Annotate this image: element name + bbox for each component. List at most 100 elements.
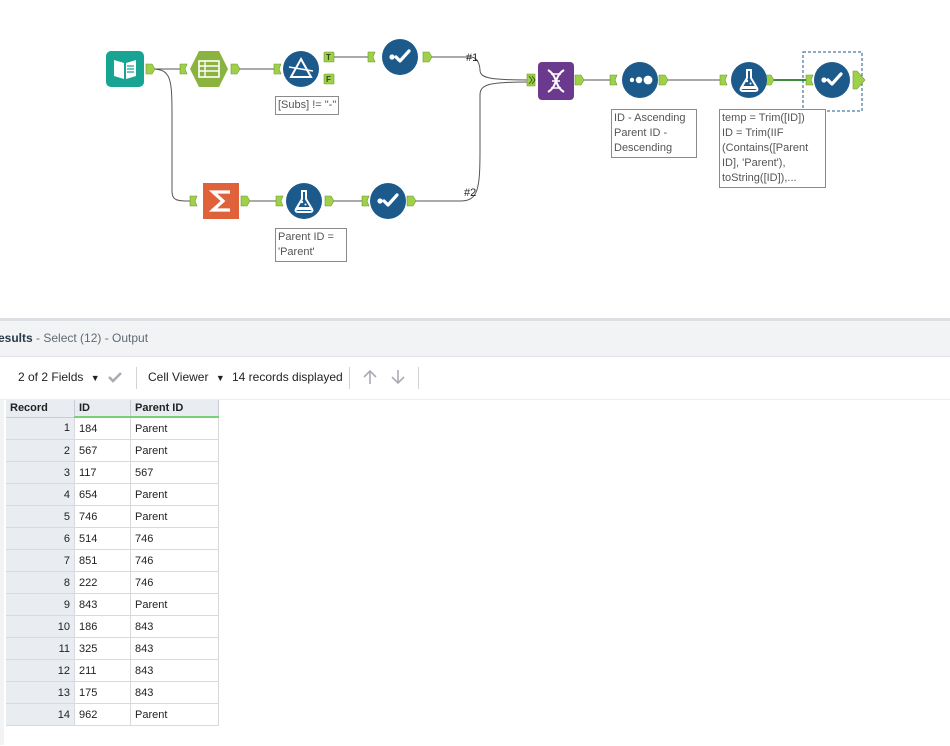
- record-number-cell: 4: [6, 483, 75, 506]
- parent-id-cell[interactable]: 746: [130, 527, 219, 550]
- output-anchor: [574, 74, 585, 86]
- record-number-cell: 12: [6, 659, 75, 682]
- select-tool-selected[interactable]: [814, 62, 850, 98]
- parent-id-cell[interactable]: 843: [130, 615, 219, 638]
- toolbar-divider: [136, 367, 137, 389]
- left-gutter: [0, 400, 4, 745]
- table-row[interactable]: 2 567 Parent: [6, 439, 219, 462]
- parent-id-cell[interactable]: 843: [130, 681, 219, 704]
- cell-viewer-label: Cell Viewer: [148, 370, 209, 384]
- record-number-cell: 14: [6, 703, 75, 726]
- table-row[interactable]: 8 222 746: [6, 571, 219, 594]
- connection-label: #2: [464, 187, 477, 199]
- table-row[interactable]: 6 514 746: [6, 527, 219, 550]
- id-cell[interactable]: 211: [74, 659, 131, 682]
- fields-label: 2 of 2 Fields: [18, 370, 84, 384]
- sort-tool[interactable]: [622, 62, 658, 98]
- id-cell[interactable]: 962: [74, 703, 131, 726]
- sigma-icon: [208, 190, 230, 212]
- parent-id-cell[interactable]: 567: [130, 461, 219, 484]
- select-tool[interactable]: [370, 183, 406, 219]
- parent-id-cell[interactable]: 746: [130, 571, 219, 594]
- id-cell[interactable]: 843: [74, 593, 131, 616]
- record-number-cell: 1: [6, 417, 75, 440]
- id-cell[interactable]: 325: [74, 637, 131, 660]
- parent-id-cell[interactable]: Parent: [130, 703, 219, 726]
- record-number-cell: 8: [6, 571, 75, 594]
- id-cell[interactable]: 175: [74, 681, 131, 704]
- output-anchor: [324, 195, 335, 207]
- id-cell[interactable]: 117: [74, 461, 131, 484]
- table-row[interactable]: 1 184 Parent: [6, 417, 219, 440]
- table-row[interactable]: 5 746 Parent: [6, 505, 219, 528]
- column-header-parent-id[interactable]: Parent ID: [130, 400, 219, 418]
- select-tool[interactable]: [382, 39, 418, 75]
- id-cell[interactable]: 184: [74, 417, 131, 440]
- input-anchor: [719, 74, 728, 86]
- record-number-cell: 11: [6, 637, 75, 660]
- flask-icon: [739, 69, 759, 92]
- column-header-id[interactable]: ID: [74, 400, 131, 418]
- cell-viewer-dropdown[interactable]: Cell Viewer ▼: [148, 370, 225, 384]
- select-records-tool[interactable]: [189, 50, 229, 88]
- record-number-cell: 13: [6, 681, 75, 704]
- id-cell[interactable]: 514: [74, 527, 131, 550]
- input-anchor: [609, 74, 618, 86]
- output-anchor: [406, 195, 417, 207]
- parent-id-cell[interactable]: 843: [130, 637, 219, 660]
- record-number-cell: 9: [6, 593, 75, 616]
- input-anchor: [361, 195, 370, 207]
- parent-id-cell[interactable]: Parent: [130, 483, 219, 506]
- apply-check-icon[interactable]: [106, 368, 124, 389]
- table-row[interactable]: 9 843 Parent: [6, 593, 219, 616]
- input-anchor: [367, 51, 376, 63]
- id-cell[interactable]: 746: [74, 505, 131, 528]
- checkmark-icon: [377, 193, 399, 207]
- sort-annotation: ID - Ascending Parent ID - Descending: [611, 109, 697, 158]
- column-header-record[interactable]: Record: [6, 400, 75, 418]
- table-row[interactable]: 14 962 Parent: [6, 703, 219, 726]
- results-subtitle: - Select (12) - Output: [32, 331, 149, 345]
- fields-dropdown[interactable]: 2 of 2 Fields ▼: [18, 370, 100, 384]
- union-tool[interactable]: [538, 62, 574, 100]
- id-cell[interactable]: 186: [74, 615, 131, 638]
- parent-id-cell[interactable]: Parent: [130, 439, 219, 462]
- id-cell[interactable]: 567: [74, 439, 131, 462]
- formula-tool[interactable]: [731, 62, 767, 98]
- record-number-cell: 2: [6, 439, 75, 462]
- multi-input-anchor: [526, 73, 536, 87]
- record-number-cell: 7: [6, 549, 75, 572]
- record-number-cell: 5: [6, 505, 75, 528]
- output-anchor: [852, 70, 866, 90]
- arrow-up-icon[interactable]: [361, 368, 379, 389]
- table-row[interactable]: 3 117 567: [6, 461, 219, 484]
- parent-id-cell[interactable]: Parent: [130, 417, 219, 440]
- summarize-tool[interactable]: [203, 183, 239, 219]
- workflow-canvas[interactable]: T F [Subs] != "-" Parent ID = 'Parent' #…: [0, 0, 950, 320]
- parent-id-cell[interactable]: 843: [130, 659, 219, 682]
- arrow-down-icon[interactable]: [389, 368, 407, 389]
- table-row[interactable]: 7 851 746: [6, 549, 219, 572]
- table-row[interactable]: 12 211 843: [6, 659, 219, 682]
- id-cell[interactable]: 654: [74, 483, 131, 506]
- connection-line: [151, 68, 195, 202]
- id-cell[interactable]: 851: [74, 549, 131, 572]
- connection-label: #1: [466, 52, 479, 64]
- parent-id-cell[interactable]: 746: [130, 549, 219, 572]
- filter-tool[interactable]: [283, 51, 319, 87]
- input-data-tool[interactable]: [106, 51, 144, 87]
- table-row[interactable]: 10 186 843: [6, 615, 219, 638]
- results-panel: esults - Select (12) - Output 2 of 2 Fie…: [0, 321, 950, 746]
- checkmark-icon: [389, 49, 411, 63]
- grid-header-row: Record ID Parent ID: [6, 400, 219, 418]
- formula-tool[interactable]: [286, 183, 322, 219]
- records-count: 14 records displayed: [232, 370, 343, 384]
- id-cell[interactable]: 222: [74, 571, 131, 594]
- table-row[interactable]: 13 175 843: [6, 681, 219, 704]
- table-row[interactable]: 11 325 843: [6, 637, 219, 660]
- input-anchor: [275, 195, 284, 207]
- parent-id-cell[interactable]: Parent: [130, 505, 219, 528]
- parent-id-cell[interactable]: Parent: [130, 593, 219, 616]
- filter-prism-icon: [288, 56, 314, 78]
- table-row[interactable]: 4 654 Parent: [6, 483, 219, 506]
